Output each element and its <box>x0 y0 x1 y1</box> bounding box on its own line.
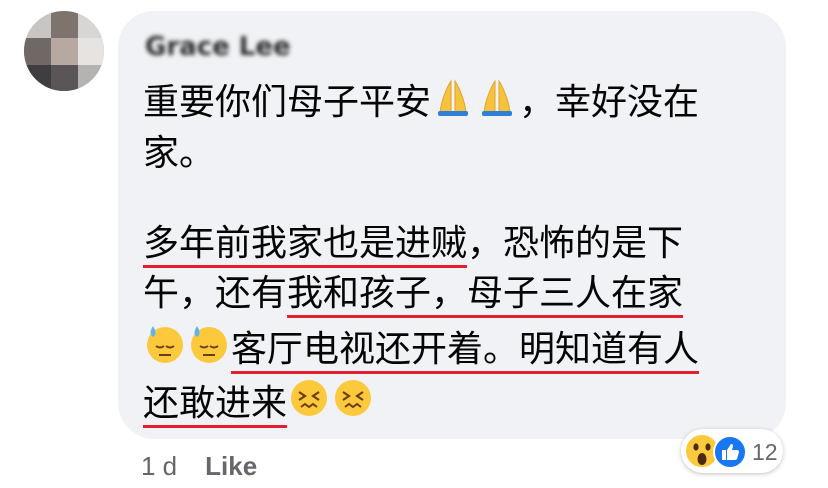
downcast-sweat-icon <box>187 322 231 380</box>
comment-meta: 1 d Like <box>141 448 257 484</box>
underlined-text: 客厅电视还开着。明知道有人 <box>231 329 700 370</box>
downcast-sweat-icon <box>143 322 187 380</box>
timestamp[interactable]: 1 d <box>141 451 177 482</box>
comment-line-4: 午，还有我和孩子，母子三人在家 <box>143 273 684 314</box>
comment-line-1: 重要你们母子平安 ，幸好没在 <box>143 75 699 125</box>
confounded-face-icon <box>331 376 375 434</box>
underlined-text: 我和孩子，母子三人在家 <box>287 273 684 314</box>
comment-line-3: 多年前我家也是进贼，恐怖的是下 <box>143 223 684 264</box>
underlined-text: 多年前我家也是进贼 <box>143 223 468 264</box>
comment-author[interactable]: Grace Lee <box>145 32 291 62</box>
reaction-count[interactable]: 12 <box>752 437 778 467</box>
comment-line-6: 还敢进来 <box>143 376 375 426</box>
comment-line-2: 家。 <box>143 133 216 174</box>
folded-hands-icon <box>431 75 475 133</box>
comment-line-5: 客厅电视还开着。明知道有人 <box>143 322 699 372</box>
like-reaction-icon <box>713 435 747 473</box>
confounded-face-icon <box>287 376 331 434</box>
underlined-text: 还敢进来 <box>143 383 288 424</box>
avatar[interactable] <box>24 11 104 91</box>
like-button[interactable]: Like <box>205 451 257 482</box>
author-name[interactable]: Grace Lee <box>145 32 291 62</box>
folded-hands-icon <box>475 75 519 133</box>
